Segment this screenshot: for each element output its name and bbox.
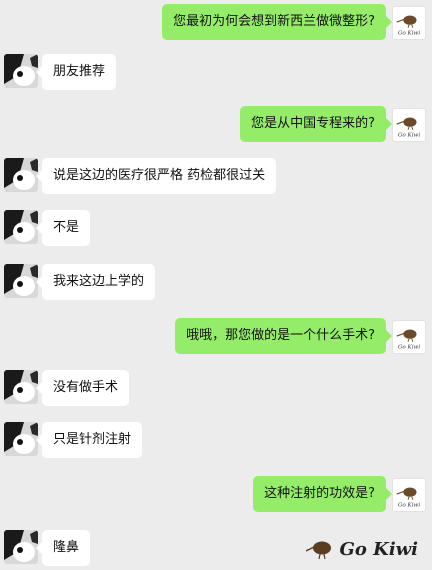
kiwi-bird-icon: Go Kiwi bbox=[393, 7, 425, 39]
dog-avatar-icon bbox=[4, 158, 38, 192]
brand-avatar-label: Go Kiwi bbox=[398, 30, 420, 36]
brand-avatar[interactable]: Go Kiwi bbox=[392, 6, 426, 40]
user-avatar[interactable] bbox=[4, 422, 38, 456]
message-bubble[interactable]: 隆鼻 bbox=[35, 530, 91, 566]
kiwi-bird-icon: Go Kiwi bbox=[393, 479, 425, 511]
dog-avatar-icon bbox=[4, 422, 38, 456]
brand-avatar-label: Go Kiwi bbox=[398, 502, 420, 508]
message-bubble[interactable]: 您最初为何会想到新西兰做微整形? bbox=[162, 4, 392, 40]
kiwi-bird-icon bbox=[305, 541, 331, 560]
dog-avatar-icon bbox=[4, 530, 38, 564]
chat-thread: 您最初为何会想到新西兰做微整形? Go Kiwi 朋友推荐 您是从中国专程来的?… bbox=[0, 0, 432, 570]
user-avatar[interactable] bbox=[4, 370, 38, 404]
brand-avatar[interactable]: Go Kiwi bbox=[392, 320, 426, 354]
message-bubble[interactable]: 只是针剂注射 bbox=[35, 422, 143, 458]
dog-avatar-icon bbox=[4, 264, 38, 298]
kiwi-bird-icon: Go Kiwi bbox=[393, 321, 425, 353]
user-avatar[interactable] bbox=[4, 530, 38, 564]
message-bubble[interactable]: 不是 bbox=[35, 210, 91, 246]
user-avatar[interactable] bbox=[4, 158, 38, 192]
message-bubble[interactable]: 朋友推荐 bbox=[35, 54, 117, 90]
message-bubble[interactable]: 哦哦，那您做的是一个什么手术? bbox=[175, 318, 392, 354]
message-bubble[interactable]: 说是这边的医疗很严格 药检都很过关 bbox=[35, 158, 277, 194]
brand-avatar[interactable]: Go Kiwi bbox=[392, 478, 426, 512]
user-avatar[interactable] bbox=[4, 210, 38, 244]
dog-avatar-icon bbox=[4, 370, 38, 404]
kiwi-bird-icon: Go Kiwi bbox=[393, 109, 425, 141]
watermark-text: Go Kiwi bbox=[339, 538, 418, 560]
brand-watermark: Go Kiwi bbox=[305, 538, 418, 560]
dog-avatar-icon bbox=[4, 210, 38, 244]
message-bubble[interactable]: 您是从中国专程来的? bbox=[240, 106, 392, 142]
dog-avatar-icon bbox=[4, 54, 38, 88]
brand-avatar-label: Go Kiwi bbox=[398, 344, 420, 350]
message-bubble[interactable]: 这种注射的功效是? bbox=[253, 476, 392, 512]
message-bubble[interactable]: 我来这边上学的 bbox=[35, 264, 156, 300]
message-bubble[interactable]: 没有做手术 bbox=[35, 370, 130, 406]
user-avatar[interactable] bbox=[4, 264, 38, 298]
brand-avatar-label: Go Kiwi bbox=[398, 132, 420, 138]
user-avatar[interactable] bbox=[4, 54, 38, 88]
brand-avatar[interactable]: Go Kiwi bbox=[392, 108, 426, 142]
